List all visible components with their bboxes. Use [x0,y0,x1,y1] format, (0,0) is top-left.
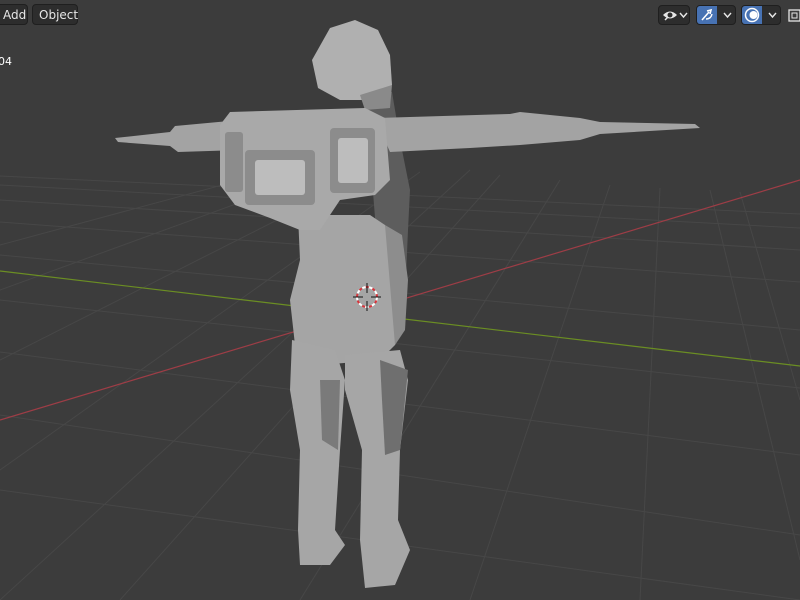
gizmo-arrow-icon [701,8,713,21]
chevron-down-icon [679,12,688,19]
add-menu[interactable]: Add [0,4,28,25]
chevron-down-icon [723,12,732,19]
overlays-icon [744,7,760,23]
object-name-label: 04 [0,55,12,68]
3d-viewport[interactable] [0,0,800,600]
xray-icon[interactable] [786,6,800,24]
visibility-dropdown[interactable] [658,5,690,25]
eye-icon [663,11,677,21]
model-leg-shade-left [320,380,340,450]
overlays-dropdown[interactable] [741,5,781,25]
object-menu[interactable]: Object [32,4,78,25]
chevron-down-icon [768,12,777,19]
gizmo-dropdown[interactable] [696,5,736,25]
viewport-header: Add Object [0,0,800,30]
